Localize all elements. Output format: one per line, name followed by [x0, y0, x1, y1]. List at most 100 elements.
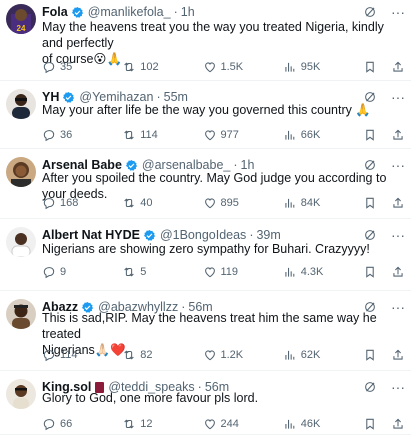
tweet[interactable]: Albert Nat HYDE @1BongoIdeas · 39m ··· N… [0, 219, 411, 291]
grok-icon[interactable] [363, 228, 377, 242]
reply-button[interactable]: 168 [42, 196, 122, 210]
like-count: 895 [220, 197, 239, 209]
tweet[interactable]: Arsenal Babe @arsenalbabe_ · 1h ··· Afte… [0, 149, 411, 219]
views-button[interactable]: 84K [283, 196, 363, 210]
like-count: 1.5K [220, 61, 244, 73]
bookmark-icon [363, 128, 377, 142]
tweet-actions: 9 5 119 4.3K [42, 264, 405, 280]
share-button[interactable] [391, 60, 405, 74]
reply-button[interactable]: 35 [42, 60, 122, 74]
user-handle[interactable]: @1BongoIdeas [160, 228, 246, 242]
like-button[interactable]: 1.5K [203, 60, 283, 74]
bookmark-button[interactable] [363, 265, 377, 279]
display-name[interactable]: Fola [42, 5, 68, 19]
retweet-button[interactable]: 40 [122, 196, 202, 210]
bookmark-icon [363, 60, 377, 74]
like-icon [203, 348, 217, 362]
retweet-button[interactable]: 82 [122, 348, 202, 362]
avatar[interactable] [6, 89, 36, 119]
views-count: 4.3K [300, 266, 324, 278]
display-name[interactable]: Albert Nat HYDE [42, 228, 140, 242]
tweet-actions: 35 102 1.5K 95K [42, 59, 405, 75]
retweet-button[interactable]: 114 [122, 128, 202, 142]
share-button[interactable] [391, 417, 405, 431]
reply-count: 66 [60, 418, 73, 430]
tweet[interactable]: 24 Fola @manlikefola_ · 1h ··· May the h… [0, 0, 411, 81]
share-button[interactable] [391, 265, 405, 279]
retweet-button[interactable]: 102 [122, 60, 202, 74]
bookmark-button[interactable] [363, 196, 377, 210]
share-button[interactable] [391, 348, 405, 362]
bookmark-button[interactable] [363, 60, 377, 74]
share-button[interactable] [391, 196, 405, 210]
bookmark-button[interactable] [363, 348, 377, 362]
retweet-button[interactable]: 12 [122, 417, 202, 431]
tweet-text-line: This is sad,RIP. May the heavens treat h… [42, 311, 377, 341]
share-icon [391, 60, 405, 74]
like-icon [203, 60, 217, 74]
like-button[interactable]: 895 [203, 196, 283, 210]
views-icon [283, 417, 297, 431]
bookmark-button[interactable] [363, 128, 377, 142]
avatar[interactable] [6, 299, 36, 329]
grok-icon[interactable] [363, 5, 377, 19]
retweet-count: 40 [140, 197, 153, 209]
views-button[interactable]: 66K [283, 128, 363, 142]
like-button[interactable]: 1.2K [203, 348, 283, 362]
avatar[interactable] [6, 157, 36, 187]
reply-icon [42, 417, 56, 431]
timestamp[interactable]: 1h [181, 5, 195, 19]
avatar[interactable]: 24 [6, 4, 36, 34]
user-handle[interactable]: @manlikefola_ [88, 5, 171, 19]
tweet-text: May your after life be the way you gover… [42, 102, 401, 118]
like-icon [203, 265, 217, 279]
tweet-actions: 36 114 977 66K [42, 127, 405, 143]
avatar[interactable] [6, 227, 36, 257]
tweet[interactable]: Abazz @abazwhyllzz · 56m ··· This is sad… [0, 291, 411, 371]
reply-count: 9 [60, 266, 67, 278]
retweet-count: 102 [140, 61, 159, 73]
views-icon [283, 265, 297, 279]
more-icon[interactable]: ··· [391, 5, 405, 19]
retweet-icon [122, 128, 136, 142]
reply-count: 168 [60, 197, 79, 209]
views-count: 62K [300, 349, 321, 361]
bookmark-button[interactable] [363, 417, 377, 431]
bookmark-icon [363, 417, 377, 431]
more-icon[interactable]: ··· [391, 228, 405, 242]
avatar[interactable] [6, 379, 36, 409]
views-count: 84K [300, 197, 321, 209]
retweet-icon [122, 417, 136, 431]
like-count: 119 [220, 266, 239, 278]
reply-button[interactable]: 9 [42, 265, 122, 279]
views-icon [283, 196, 297, 210]
separator-dot: · [249, 228, 254, 242]
retweet-button[interactable]: 5 [122, 265, 202, 279]
views-button[interactable]: 95K [283, 60, 363, 74]
views-button[interactable]: 4.3K [283, 265, 363, 279]
verified-badge-icon [68, 6, 84, 19]
retweet-count: 5 [140, 266, 147, 278]
views-icon [283, 128, 297, 142]
tweet[interactable]: King.sol @teddi_speaks · 56m ··· Glory t… [0, 371, 411, 435]
share-button[interactable] [391, 128, 405, 142]
like-button[interactable]: 119 [203, 265, 283, 279]
retweet-count: 82 [140, 349, 153, 361]
timestamp[interactable]: 39m [256, 228, 280, 242]
reply-icon [42, 128, 56, 142]
reply-button[interactable]: 66 [42, 417, 122, 431]
like-button[interactable]: 244 [203, 417, 283, 431]
reply-button[interactable]: 36 [42, 128, 122, 142]
like-count: 244 [220, 418, 239, 430]
tweet[interactable]: YH @Yemihazan · 55m ··· May your after l… [0, 81, 411, 149]
views-button[interactable]: 62K [283, 348, 363, 362]
tweet-text-line: May your after life be the way you gover… [42, 103, 371, 117]
tweet-text-line: May the heavens treat you the way you tr… [42, 20, 384, 50]
reply-button[interactable]: 114 [42, 348, 122, 362]
views-button[interactable]: 46K [283, 417, 363, 431]
like-button[interactable]: 977 [203, 128, 283, 142]
views-count: 66K [300, 129, 321, 141]
reply-icon [42, 60, 56, 74]
views-count: 46K [300, 418, 321, 430]
retweet-icon [122, 196, 136, 210]
